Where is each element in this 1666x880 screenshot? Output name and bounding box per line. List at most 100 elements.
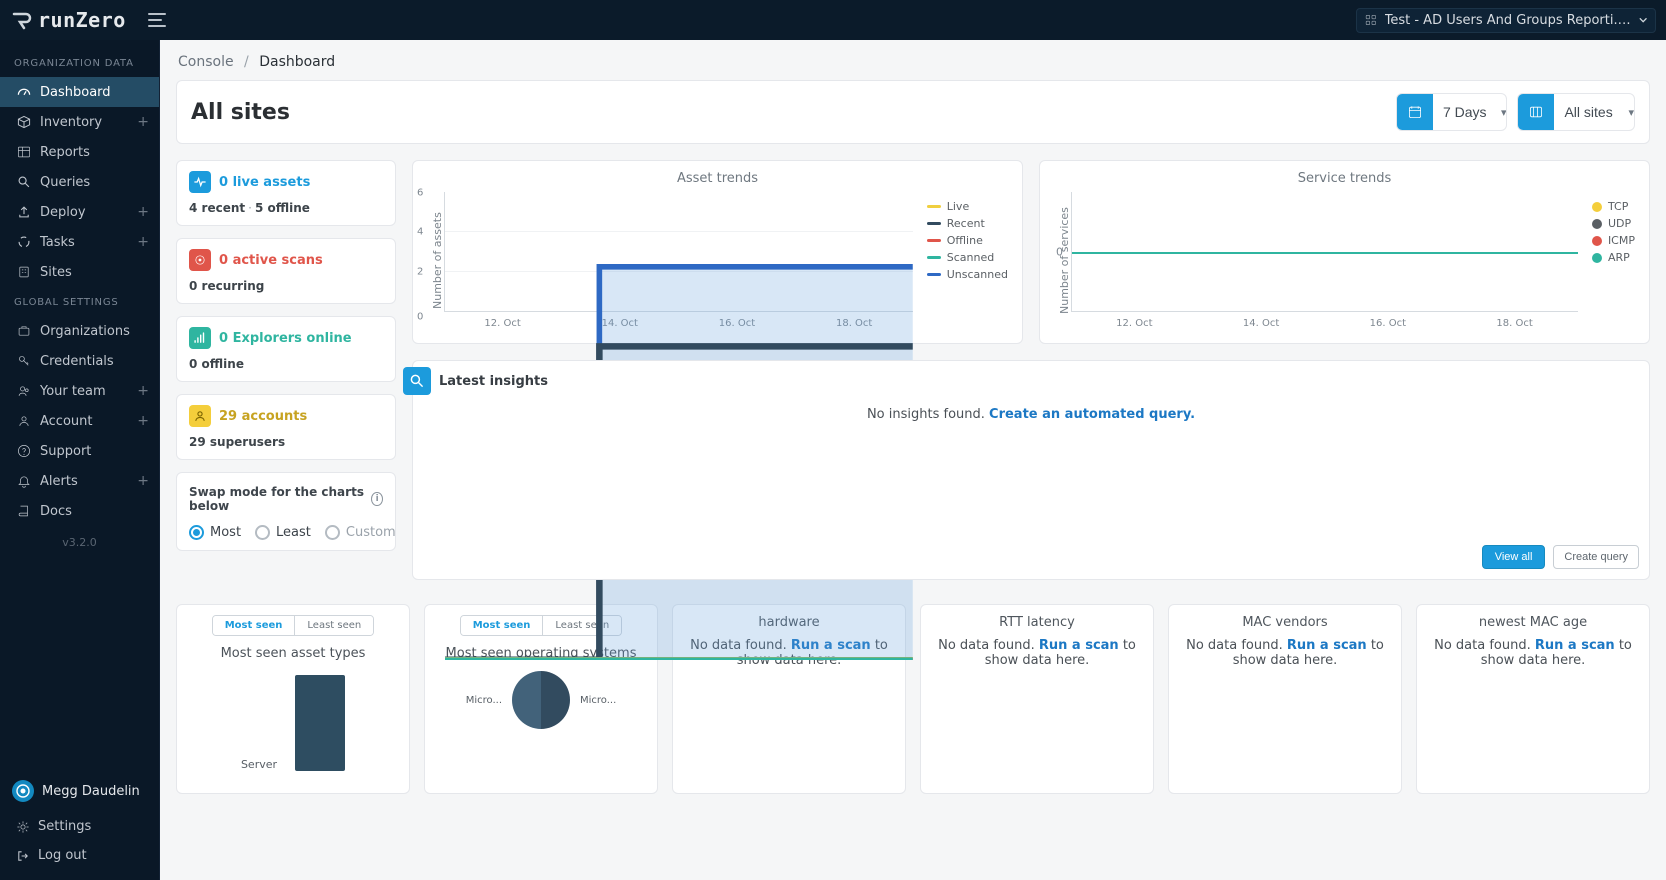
org-switcher[interactable]: Test - AD Users And Groups Reporti... (a…: [1356, 8, 1656, 33]
stat-active-scans[interactable]: 0 active scans 0 recurring: [176, 238, 396, 304]
version: v3.2.0: [0, 526, 159, 559]
service-trends-chart[interactable]: 0: [1071, 192, 1578, 312]
stat-live-assets[interactable]: 0 live assets 4 recent·5 offline: [176, 160, 396, 226]
sidebar-item-account[interactable]: Account +: [0, 406, 159, 436]
plus-icon[interactable]: +: [137, 115, 149, 129]
nodata: No data found. Run a scan to show data h…: [1427, 638, 1639, 668]
sidebar-item-inventory[interactable]: Inventory +: [0, 107, 159, 137]
os-chart[interactable]: Micro... Micro...: [435, 671, 647, 729]
insights-empty: No insights found. Create an automated q…: [413, 407, 1649, 422]
asset-trends-chart[interactable]: 0 2 4 6: [444, 192, 913, 312]
sidebar-item-label: Your team: [40, 384, 106, 399]
logout-label: Log out: [38, 848, 87, 863]
site-selector[interactable]: All sites ▾: [1517, 93, 1635, 131]
mini-tabs: Most seen Least seen: [212, 615, 375, 636]
nodata: No data found. Run a scan to show data h…: [931, 638, 1143, 668]
sidebar-item-sites[interactable]: Sites: [0, 257, 159, 287]
page-title: All sites: [191, 100, 290, 125]
range-selector[interactable]: 7 Days ▾: [1396, 93, 1508, 131]
asset-types-chart[interactable]: Server: [187, 671, 399, 771]
avatar: [12, 780, 34, 802]
create-query-link[interactable]: Create an automated query.: [989, 407, 1195, 422]
stat-accounts[interactable]: 29 accounts 29 superusers: [176, 394, 396, 460]
sidebar-item-reports[interactable]: Reports: [0, 137, 159, 167]
sidebar-item-logout[interactable]: Log out: [0, 841, 159, 870]
gauge-icon: [16, 84, 32, 100]
info-icon[interactable]: i: [371, 492, 383, 506]
brand-logo[interactable]: runZero: [12, 8, 126, 32]
sidebar-item-dashboard[interactable]: Dashboard: [0, 77, 159, 107]
heartbeat-icon: [189, 171, 211, 193]
stat-label: 0 live assets: [219, 175, 310, 190]
stat-explorers[interactable]: 0 Explorers online 0 offline: [176, 316, 396, 382]
sidebar-item-label: Credentials: [40, 354, 114, 369]
sidebar-item-label: Reports: [40, 145, 90, 160]
plus-icon[interactable]: +: [137, 474, 149, 488]
sidebar-item-settings[interactable]: Settings: [0, 812, 159, 841]
tab-most-seen[interactable]: Most seen: [213, 616, 295, 635]
pie-label-left: Micro...: [466, 695, 502, 706]
run-scan-link[interactable]: Run a scan: [1535, 638, 1615, 653]
view-all-button[interactable]: View all: [1482, 545, 1546, 569]
service-trends-legend: TCP UDP ICMP ARP: [1578, 192, 1635, 329]
user-row[interactable]: Megg Daudelin: [0, 770, 159, 812]
pie: [512, 671, 570, 729]
nodata: No data found. Run a scan to show data h…: [1179, 638, 1391, 668]
users-icon: [189, 405, 211, 427]
logout-icon: [16, 849, 30, 863]
create-query-button[interactable]: Create query: [1553, 545, 1639, 569]
org-switcher-label: Test - AD Users And Groups Reporti... (a…: [1385, 13, 1631, 28]
user-icon: [16, 413, 32, 429]
insights-title: Latest insights: [439, 374, 548, 389]
breadcrumb-root[interactable]: Console: [178, 54, 234, 70]
radar-icon: [189, 249, 211, 271]
stat-label: 0 active scans: [219, 253, 323, 268]
sidebar-item-credentials[interactable]: Credentials: [0, 346, 159, 376]
mode-radio-custom[interactable]: Custom: [325, 525, 396, 540]
mode-radio-least[interactable]: Least: [255, 525, 311, 540]
sidebar-item-alerts[interactable]: Alerts +: [0, 466, 159, 496]
tab-least-seen[interactable]: Least seen: [294, 616, 373, 635]
sidebar-item-queries[interactable]: Queries: [0, 167, 159, 197]
sidebar-item-deploy[interactable]: Deploy +: [0, 197, 159, 227]
sidebar-item-label: Sites: [40, 265, 72, 280]
sidebar-item-tasks[interactable]: Tasks +: [0, 227, 159, 257]
sidebar-item-label: Queries: [40, 175, 90, 190]
org-grid-icon: [1365, 13, 1377, 27]
sidebar-item-label: Account: [40, 414, 93, 429]
stat-sub: 0 recurring: [189, 279, 383, 293]
site-select[interactable]: All sites: [1554, 94, 1635, 130]
run-scan-link[interactable]: Run a scan: [1039, 638, 1119, 653]
mini-title: MAC vendors: [1179, 615, 1391, 630]
logo-icon: [12, 10, 32, 30]
deploy-icon: [16, 204, 32, 220]
plus-icon[interactable]: +: [137, 384, 149, 398]
sidebar-item-organizations[interactable]: Organizations: [0, 316, 159, 346]
service-trends-card: Service trends Number of services 0 12. …: [1039, 160, 1650, 344]
search-icon: [16, 174, 32, 190]
breadcrumb: Console / Dashboard: [160, 40, 1666, 78]
rtt-latency-card: RTT latency No data found. Run a scan to…: [920, 604, 1154, 794]
sidebar-item-docs[interactable]: Docs: [0, 496, 159, 526]
chevron-down-icon: [1639, 15, 1647, 25]
pie-label-right: Micro...: [580, 695, 616, 706]
user-name: Megg Daudelin: [42, 784, 140, 799]
menu-toggle-icon[interactable]: [144, 9, 170, 31]
signal-icon: [189, 327, 211, 349]
mini-title: RTT latency: [931, 615, 1143, 630]
sidebar-item-your-team[interactable]: Your team +: [0, 376, 159, 406]
sidebar-item-label: Organizations: [40, 324, 130, 339]
plus-icon[interactable]: +: [137, 414, 149, 428]
sidebar-item-support[interactable]: Support: [0, 436, 159, 466]
run-scan-link[interactable]: Run a scan: [1287, 638, 1367, 653]
mac-vendors-card: MAC vendors No data found. Run a scan to…: [1168, 604, 1402, 794]
plus-icon[interactable]: +: [137, 235, 149, 249]
sidebar-item-label: Tasks: [40, 235, 75, 250]
bar-server: [295, 675, 345, 771]
card-title: Asset trends: [427, 171, 1008, 186]
building-icon: [16, 264, 32, 280]
range-select[interactable]: 7 Days: [1433, 94, 1508, 130]
plus-icon[interactable]: +: [137, 205, 149, 219]
mode-radio-most[interactable]: Most: [189, 525, 241, 540]
card-title: Service trends: [1054, 171, 1635, 186]
